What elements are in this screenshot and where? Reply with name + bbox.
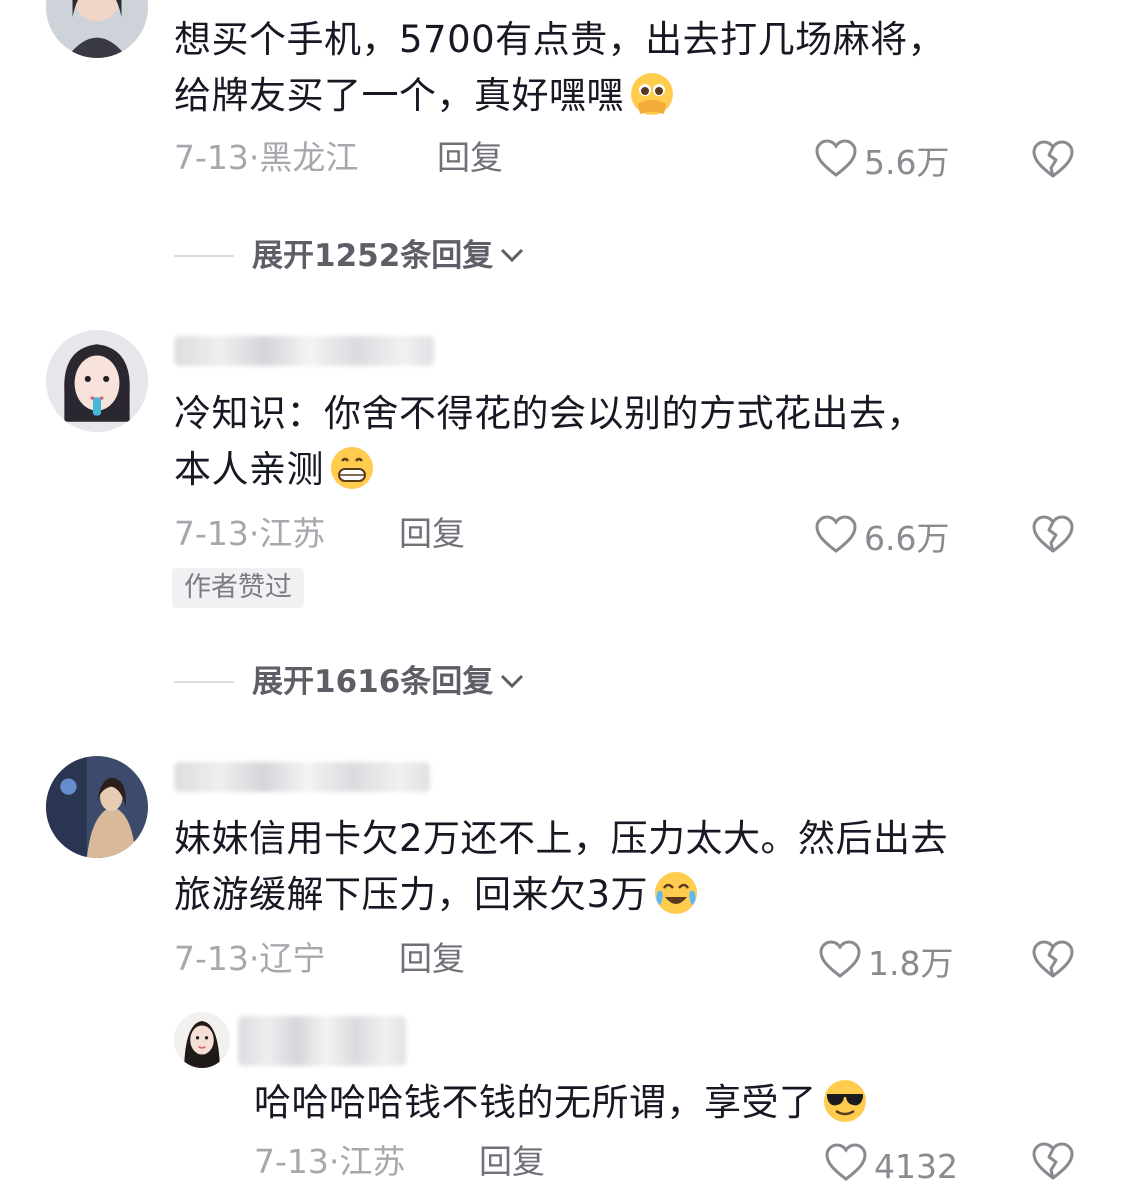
like-button[interactable]: 1.8万 [818,939,953,988]
author-liked-badge: 作者赞过 [172,568,304,608]
comment-meta: 7-13·辽宁 [174,939,326,978]
divider-line [174,255,234,257]
like-count: 4132 [874,1146,958,1186]
heart-outline-icon [814,514,858,563]
sunglasses-face-emoji [821,1077,869,1125]
avatar[interactable] [46,756,148,858]
dislike-button[interactable] [1031,138,1075,180]
comment-meta: 7-13·江苏 [174,514,326,553]
expand-replies-button[interactable]: 展开1616条回复 [174,662,527,702]
comment-text: 妹妹信用卡欠2万还不上，压力太大。然后出去 旅游缓解下压力，回来欠3万 [174,817,949,917]
dislike-button[interactable] [1031,513,1075,555]
like-count: 6.6万 [864,518,950,558]
broken-heart-icon [1031,140,1075,184]
username-blurred[interactable] [174,762,430,792]
broken-heart-icon [1031,515,1075,559]
reply-button[interactable]: 回复 [399,939,465,979]
username-blurred[interactable] [238,1016,406,1066]
divider-line [174,681,234,683]
avatar[interactable] [46,0,148,58]
broken-heart-icon [1031,1142,1075,1186]
heart-outline-icon [814,138,858,187]
like-count: 5.6万 [864,142,950,182]
reply-button[interactable]: 回复 [479,1142,545,1182]
grinning-face-emoji [328,444,376,492]
heart-outline-icon [818,939,862,988]
comment-meta: 7-13·江苏 [254,1142,406,1181]
avatar[interactable] [174,1012,230,1068]
comment-text: 冷知识：你舍不得花的会以别的方式花出去， 本人亲测 [174,392,924,492]
heart-outline-icon [824,1142,868,1191]
tears-of-joy-emoji [652,869,700,917]
chevron-down-icon [493,662,527,702]
reply-button[interactable]: 回复 [437,138,503,178]
like-button[interactable]: 4132 [824,1142,958,1191]
comment-text: 想买个手机，5700有点贵，出去打几场麻将， 给牌友买了一个，真好嘿嘿 [174,18,946,118]
broken-heart-icon [1031,940,1075,984]
dislike-button[interactable] [1031,1140,1075,1182]
like-button[interactable]: 5.6万 [814,138,949,187]
expand-replies-button[interactable]: 展开1252条回复 [174,236,527,276]
dislike-button[interactable] [1031,938,1075,980]
avatar[interactable] [46,330,148,432]
reply-text: 哈哈哈哈钱不钱的无所谓，享受了 [254,1075,869,1131]
comment-meta: 7-13·黑龙江 [174,138,359,177]
chevron-down-icon [493,236,527,276]
like-button[interactable]: 6.6万 [814,514,949,563]
username-blurred[interactable] [174,336,434,366]
pleading-face-hands-emoji [628,70,676,118]
reply-button[interactable]: 回复 [399,514,465,554]
like-count: 1.8万 [868,943,954,983]
